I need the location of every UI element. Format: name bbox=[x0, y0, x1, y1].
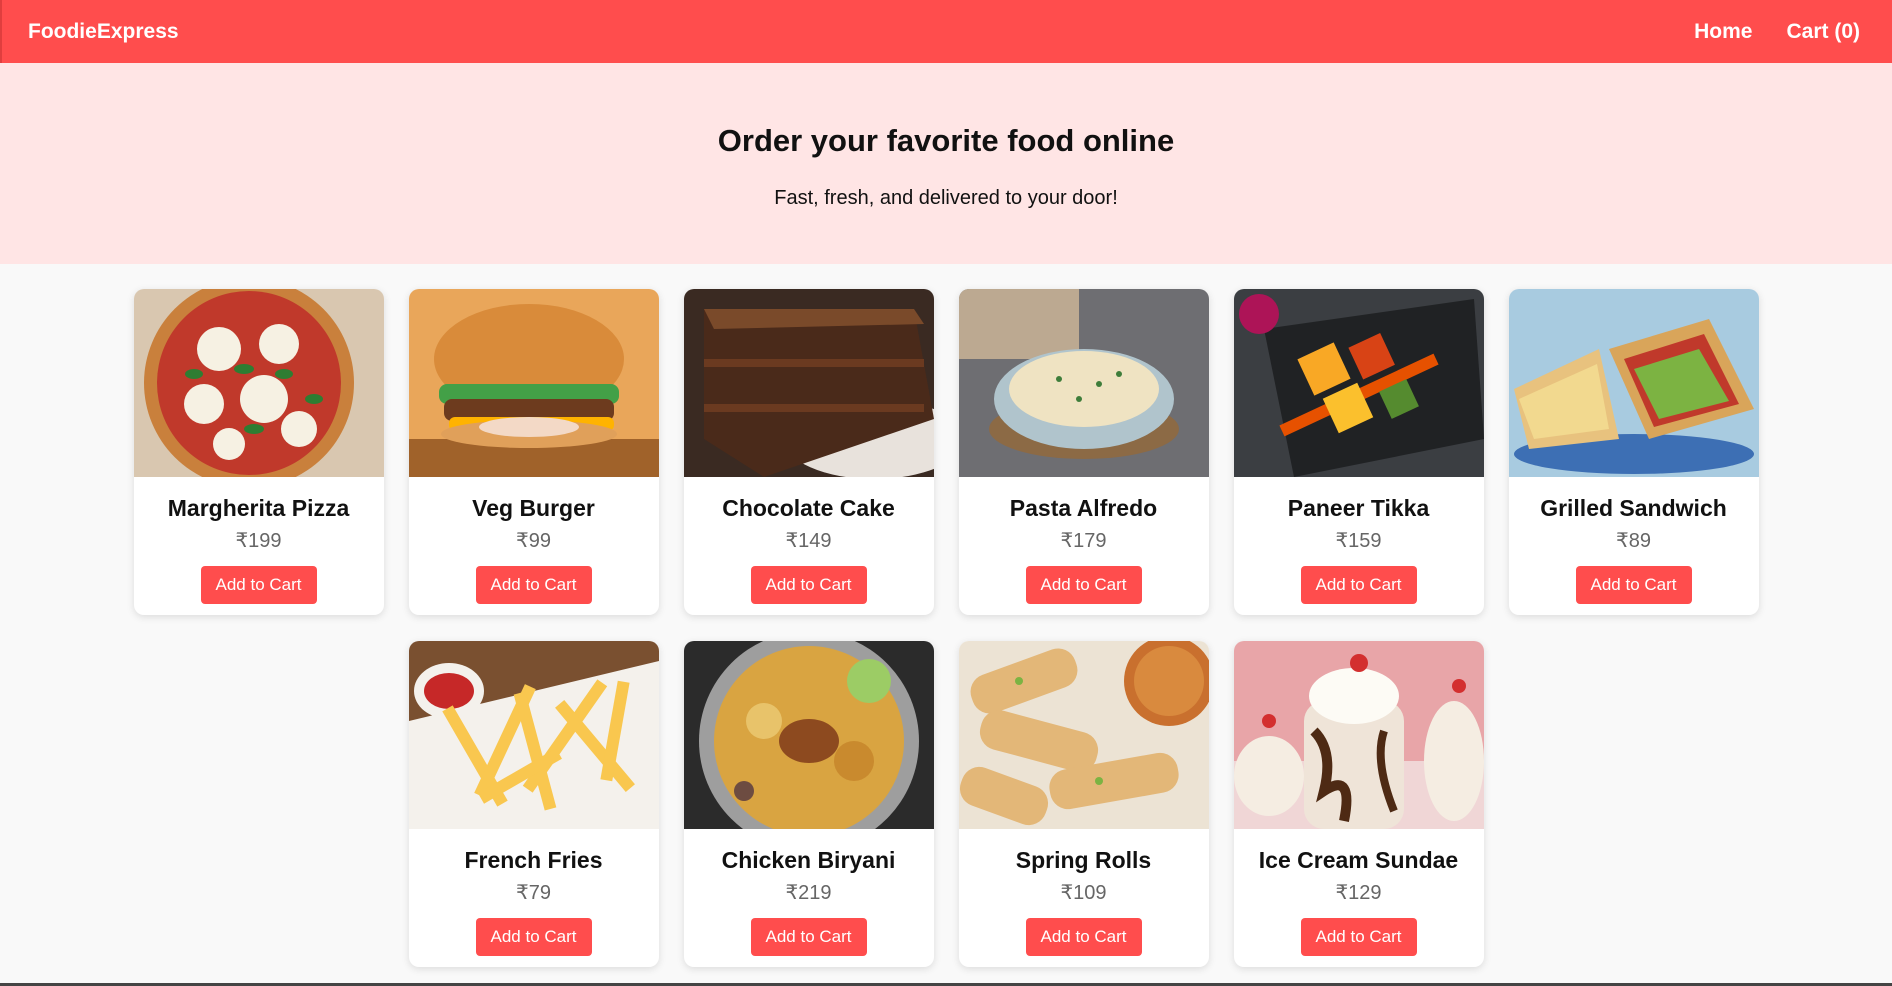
product-image bbox=[408, 289, 659, 477]
product-card-pasta-alfredo: Pasta Alfredo ₹179 Add to Cart bbox=[958, 289, 1209, 615]
product-image bbox=[958, 289, 1209, 477]
add-to-cart-button[interactable]: Add to Cart bbox=[750, 918, 867, 956]
add-to-cart-button[interactable]: Add to Cart bbox=[1575, 566, 1692, 604]
product-card-paneer-tikka: Paneer Tikka ₹159 Add to Cart bbox=[1233, 289, 1484, 615]
product-card-chocolate-cake: Chocolate Cake ₹149 Add to Cart bbox=[683, 289, 934, 615]
product-card-grilled-sandwich: Grilled Sandwich ₹89 Add to Cart bbox=[1508, 289, 1759, 615]
add-to-cart-button[interactable]: Add to Cart bbox=[1025, 918, 1142, 956]
product-image bbox=[1508, 289, 1759, 477]
product-price: ₹199 bbox=[235, 530, 282, 552]
product-name: Paneer Tikka bbox=[1287, 495, 1430, 521]
product-price: ₹149 bbox=[785, 530, 832, 552]
navbar: FoodieExpress Home Cart (0) bbox=[0, 0, 1892, 63]
hero-subtitle: Fast, fresh, and delivered to your door! bbox=[774, 187, 1118, 209]
product-price: ₹179 bbox=[1060, 530, 1107, 552]
product-price: ₹109 bbox=[1060, 882, 1107, 904]
product-card-veg-burger: Veg Burger ₹99 Add to Cart bbox=[408, 289, 659, 615]
product-price: ₹99 bbox=[516, 530, 551, 552]
product-price: ₹219 bbox=[785, 882, 832, 904]
product-image bbox=[1233, 289, 1484, 477]
add-to-cart-button[interactable]: Add to Cart bbox=[1025, 566, 1142, 604]
product-name: Chicken Biryani bbox=[721, 847, 896, 873]
product-image bbox=[958, 641, 1209, 829]
add-to-cart-button[interactable]: Add to Cart bbox=[750, 566, 867, 604]
product-name: Chocolate Cake bbox=[722, 495, 895, 521]
add-to-cart-button[interactable]: Add to Cart bbox=[1300, 918, 1417, 956]
product-name: Margherita Pizza bbox=[167, 495, 350, 521]
product-image bbox=[133, 289, 384, 477]
product-price: ₹129 bbox=[1335, 882, 1382, 904]
hero-title: Order your favorite food online bbox=[717, 123, 1175, 158]
product-image bbox=[683, 289, 934, 477]
brand-logo[interactable]: FoodieExpress bbox=[28, 20, 179, 44]
product-price: ₹89 bbox=[1616, 530, 1651, 552]
product-name: Ice Cream Sundae bbox=[1258, 847, 1459, 873]
add-to-cart-button[interactable]: Add to Cart bbox=[1300, 566, 1417, 604]
add-to-cart-button[interactable]: Add to Cart bbox=[475, 918, 592, 956]
product-image bbox=[683, 641, 934, 829]
hero-banner: Order your favorite food online Fast, fr… bbox=[0, 63, 1892, 264]
product-name: Spring Rolls bbox=[1015, 847, 1152, 873]
product-name: Grilled Sandwich bbox=[1540, 495, 1727, 521]
nav-home-link[interactable]: Home bbox=[1694, 20, 1752, 44]
add-to-cart-button[interactable]: Add to Cart bbox=[200, 566, 317, 604]
product-image bbox=[408, 641, 659, 829]
product-price: ₹79 bbox=[516, 882, 551, 904]
product-card-ice-cream-sundae: Ice Cream Sundae ₹129 Add to Cart bbox=[1233, 641, 1484, 967]
product-price: ₹159 bbox=[1335, 530, 1382, 552]
product-card-chicken-biryani: Chicken Biryani ₹219 Add to Cart bbox=[683, 641, 934, 967]
product-name: Pasta Alfredo bbox=[1009, 495, 1158, 521]
product-name: Veg Burger bbox=[472, 495, 595, 521]
add-to-cart-button[interactable]: Add to Cart bbox=[475, 566, 592, 604]
product-image bbox=[1233, 641, 1484, 829]
nav-links: Home Cart (0) bbox=[1694, 20, 1860, 44]
product-card-spring-rolls: Spring Rolls ₹109 Add to Cart bbox=[958, 641, 1209, 967]
product-card-french-fries: French Fries ₹79 Add to Cart bbox=[408, 641, 659, 967]
product-name: French Fries bbox=[464, 847, 603, 873]
product-card-margherita-pizza: Margherita Pizza ₹199 Add to Cart bbox=[133, 289, 384, 615]
product-grid: Margherita Pizza ₹199 Add to Cart Veg Bu… bbox=[121, 289, 1771, 967]
nav-cart-link[interactable]: Cart (0) bbox=[1786, 20, 1860, 44]
